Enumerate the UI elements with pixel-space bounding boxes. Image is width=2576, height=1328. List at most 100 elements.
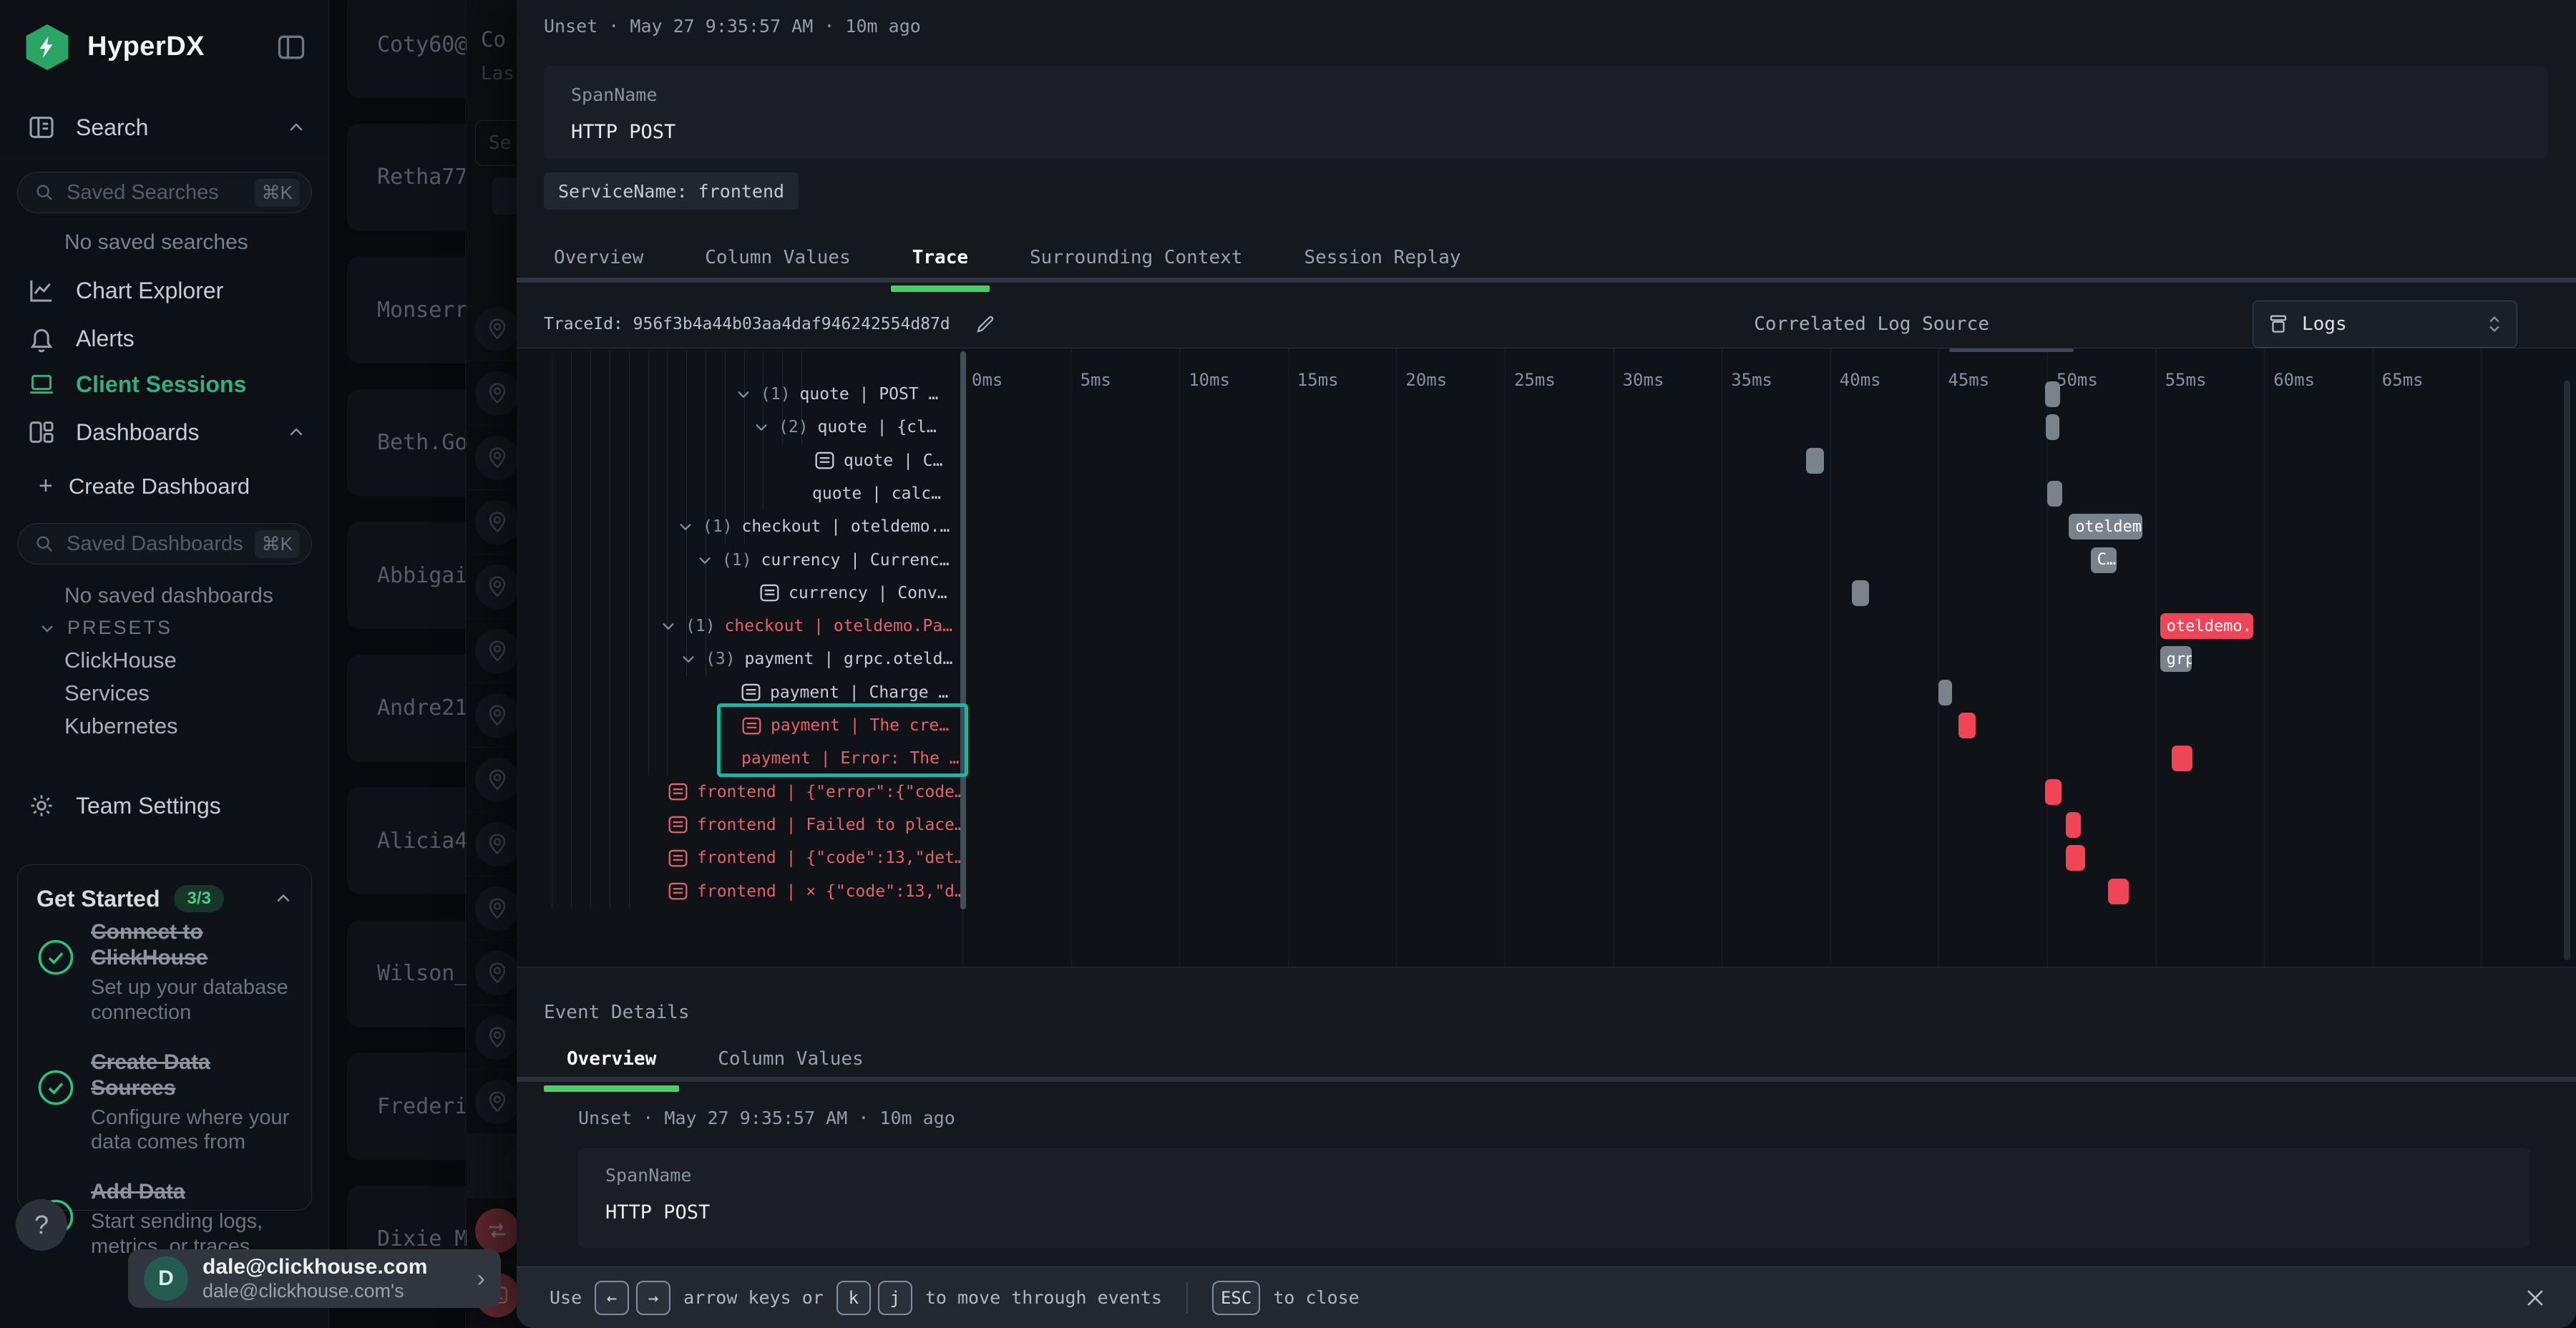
- span-duration-bar[interactable]: [2047, 481, 2062, 507]
- trace-tree-row[interactable]: (1)currency | Currenc…: [697, 544, 950, 577]
- tab-overview[interactable]: Overview: [554, 247, 643, 268]
- sidebar-item-search[interactable]: Search: [0, 107, 329, 147]
- span-name-value: HTTP POST: [571, 121, 2520, 143]
- tab-trace[interactable]: Trace: [912, 247, 968, 268]
- get-started-item-desc: Configure where your data comes from: [91, 1105, 293, 1156]
- nav-key: k: [836, 1281, 871, 1315]
- log-doc-icon: [668, 783, 688, 801]
- trace-tree-row[interactable]: payment | Error: The …: [741, 742, 959, 775]
- chevron-up-icon: [288, 119, 305, 136]
- span-duration-bar[interactable]: [2045, 779, 2062, 805]
- presets-toggle[interactable]: PRESETS: [39, 617, 172, 639]
- trace-tree-row[interactable]: payment | The cre…: [742, 709, 949, 742]
- search-icon: [34, 182, 55, 203]
- tab-column-values[interactable]: Column Values: [705, 247, 851, 268]
- panel-scrollbar[interactable]: [2564, 381, 2570, 960]
- sidebar-item-chart-explorer[interactable]: Chart Explorer: [0, 270, 329, 311]
- sidebar-item-client-sessions[interactable]: Client Sessions: [0, 364, 329, 404]
- trace-tree-row[interactable]: quote | calc…: [812, 477, 941, 510]
- span-duration-bar[interactable]: C…: [2091, 547, 2117, 573]
- get-started-item[interactable]: Connect to ClickHouseSet up your databas…: [36, 919, 293, 1025]
- trace-tree-row[interactable]: (2)quote | {cl…: [753, 411, 937, 444]
- get-started-item[interactable]: Create Data SourcesConfigure where your …: [36, 1050, 293, 1156]
- trace-row-label: checkout | oteldemo.Pa…: [725, 617, 953, 635]
- get-started-items: Connect to ClickHouseSet up your databas…: [36, 919, 293, 1259]
- sidebar-collapse-icon[interactable]: [275, 31, 307, 63]
- sidebar-item-dashboards[interactable]: Dashboards: [0, 412, 329, 452]
- saved-searches-search[interactable]: ⌘K: [17, 172, 312, 213]
- shortcut-badge: ⌘K: [255, 530, 300, 558]
- span-duration-bar[interactable]: [2172, 746, 2192, 771]
- avatar: D: [144, 1256, 188, 1301]
- trace-tree-row[interactable]: frontend | Failed to place…: [668, 809, 965, 841]
- log-source-value: Logs: [2302, 313, 2474, 335]
- trace-tree-row[interactable]: frontend | × {"code":13,"d…: [668, 875, 965, 908]
- preset-item-kubernetes[interactable]: Kubernetes: [64, 713, 178, 739]
- preset-item-clickhouse[interactable]: ClickHouse: [64, 648, 177, 673]
- timeline-horizontal-scrollbar[interactable]: [1949, 348, 2074, 352]
- trace-row-label: frontend | {"error":{"code…: [697, 783, 965, 801]
- trace-waterfall-panel: 0ms5ms10ms15ms20ms25ms30ms35ms40ms45ms50…: [517, 348, 2576, 967]
- span-duration-bar[interactable]: oteldemo…: [2069, 514, 2142, 540]
- chart-line-icon: [26, 275, 57, 306]
- check-circle-icon: [36, 938, 75, 977]
- no-saved-searches-text: No saved searches: [64, 230, 248, 255]
- tab-surrounding-context[interactable]: Surrounding Context: [1030, 247, 1242, 268]
- span-duration-bar[interactable]: [2045, 381, 2060, 407]
- sidebar-item-team-settings[interactable]: Team Settings: [0, 786, 329, 826]
- event-details-meta-line: Unset · May 27 9:35:57 AM · 10m ago: [578, 1108, 955, 1128]
- tree-scrollbar[interactable]: [960, 351, 966, 909]
- span-duration-bar[interactable]: [2046, 414, 2059, 440]
- span-duration-bar[interactable]: oteldemo.: [2160, 613, 2253, 639]
- indent-guide: [571, 351, 572, 908]
- saved-dashboards-input[interactable]: [65, 532, 245, 557]
- trace-tree-row[interactable]: (1)quote | POST …: [736, 378, 938, 411]
- span-duration-bar[interactable]: [1852, 580, 1869, 606]
- gridline: [1288, 348, 1289, 967]
- get-started-card: Get Started 3/3 Connect to ClickHouseSet…: [17, 864, 312, 1211]
- sidebar-item-alerts[interactable]: Alerts: [0, 318, 329, 358]
- team-settings-label: Team Settings: [76, 793, 221, 819]
- event-details-tab-column-values[interactable]: Column Values: [718, 1048, 864, 1070]
- span-duration-bar[interactable]: [2066, 845, 2085, 871]
- span-count: (3): [706, 650, 736, 668]
- chevron-up-icon[interactable]: [274, 889, 293, 908]
- service-name-tag[interactable]: ServiceName: frontend: [544, 172, 799, 210]
- gridline: [1505, 348, 1506, 967]
- user-menu[interactable]: D dale@clickhouse.com dale@clickhouse.co…: [128, 1249, 501, 1308]
- create-dashboard-button[interactable]: + Create Dashboard: [39, 472, 250, 500]
- chevron-down-icon: [660, 618, 676, 634]
- edit-pencil-icon[interactable]: [975, 313, 996, 335]
- trace-row-label: checkout | oteldemo.…: [742, 517, 950, 536]
- sidebar-item-label: Chart Explorer: [76, 278, 223, 304]
- create-dashboard-label: Create Dashboard: [69, 474, 250, 499]
- event-details-tab-overview[interactable]: Overview: [567, 1048, 656, 1070]
- span-duration-bar[interactable]: [2108, 879, 2129, 904]
- indent-guide: [667, 351, 668, 776]
- log-source-select[interactable]: Logs: [2253, 301, 2517, 348]
- trace-tree-row[interactable]: (1)checkout | oteldemo.…: [678, 510, 950, 543]
- span-duration-bar[interactable]: [2066, 812, 2081, 838]
- gridline: [1396, 348, 1397, 967]
- trace-tree-row[interactable]: (3)payment | grpc.oteld…: [680, 643, 952, 675]
- chevron-down-icon: [736, 386, 751, 402]
- trace-tree-row[interactable]: frontend | {"code":13,"det…: [668, 841, 965, 874]
- trace-tree-row[interactable]: quote | C…: [815, 444, 942, 477]
- trace-tree-row[interactable]: currency | Conv…: [760, 577, 947, 610]
- span-duration-bar[interactable]: [1806, 448, 1823, 474]
- tab-session-replay[interactable]: Session Replay: [1304, 247, 1460, 268]
- help-button[interactable]: ?: [16, 1199, 67, 1251]
- saved-searches-input[interactable]: [65, 180, 245, 205]
- span-duration-bar[interactable]: [1958, 713, 1976, 738]
- span-duration-bar[interactable]: [1938, 680, 1951, 706]
- close-icon[interactable]: [2523, 1286, 2547, 1310]
- trace-tree-row[interactable]: frontend | {"error":{"code…: [668, 776, 965, 809]
- saved-dashboards-search[interactable]: ⌘K: [17, 523, 312, 565]
- check-circle-icon: [36, 1068, 75, 1107]
- preset-item-services[interactable]: Services: [64, 680, 150, 706]
- indent-guide: [648, 351, 649, 776]
- trace-tree-row[interactable]: payment | Charge …: [741, 676, 948, 709]
- get-started-item[interactable]: Add DataStart sending logs, metrics, or …: [36, 1179, 293, 1259]
- trace-tree-row[interactable]: (1)checkout | oteldemo.Pa…: [660, 610, 952, 643]
- span-duration-bar[interactable]: grpc…: [2160, 646, 2192, 672]
